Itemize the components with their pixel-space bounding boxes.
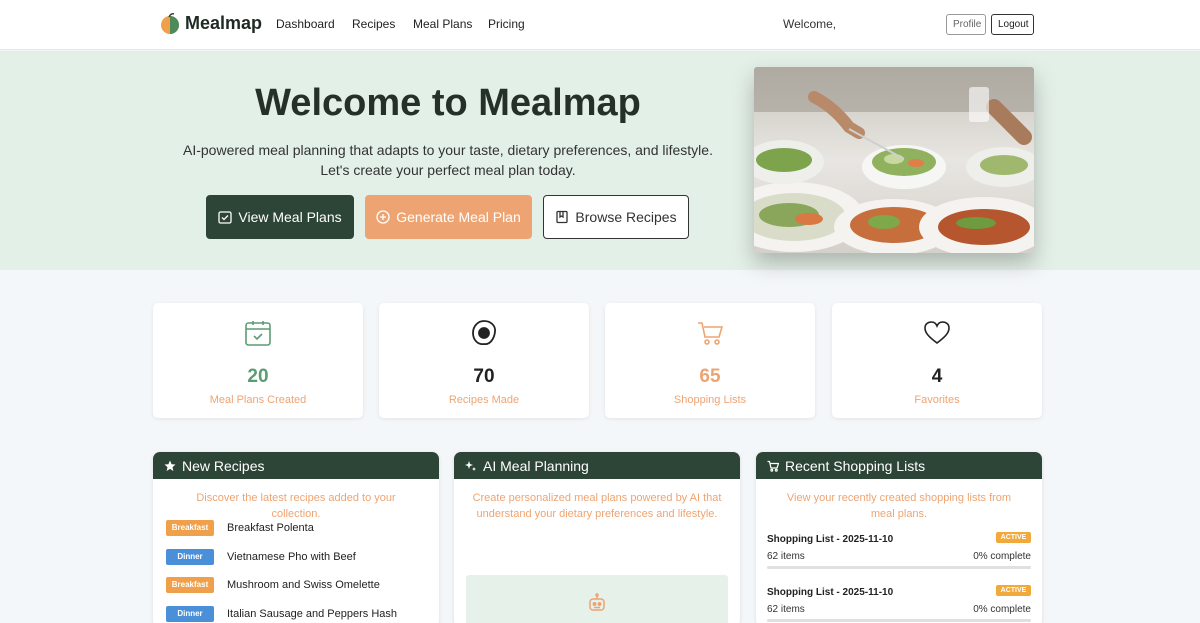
status-badge: ACTIVE — [996, 585, 1031, 596]
new-recipes-header: New Recipes — [153, 452, 439, 479]
recipe-name: Breakfast Polenta — [227, 521, 314, 534]
shopping-list-progress-text: 0% complete — [973, 604, 1031, 615]
stat-value: 70 — [473, 366, 495, 387]
browse-recipes-label: Browse Recipes — [575, 209, 677, 225]
welcome-text: Welcome, — [783, 17, 837, 31]
shopping-list-meta: 62 items 0% complete — [767, 551, 1031, 562]
view-meal-plans-label: View Meal Plans — [238, 209, 342, 225]
generate-meal-plan-label: Generate Meal Plan — [396, 209, 521, 225]
calendar-check-icon — [218, 211, 233, 224]
new-recipes-panel: New Recipes Discover the latest recipes … — [153, 452, 439, 623]
shopping-list-meta: 62 items 0% complete — [767, 604, 1031, 615]
heart-icon — [924, 321, 950, 345]
nav-recipes[interactable]: Recipes — [352, 17, 395, 31]
stat-card-shopping-lists: 65 Shopping Lists — [605, 303, 815, 418]
recipe-name: Vietnamese Pho with Beef — [227, 550, 356, 563]
stat-card-recipes: 70 Recipes Made — [379, 303, 589, 418]
stat-value: 65 — [699, 366, 721, 387]
progress-bar — [767, 566, 1031, 569]
browse-recipes-button[interactable]: Browse Recipes — [543, 195, 689, 239]
shopping-list-progress-text: 0% complete — [973, 551, 1031, 562]
robot-icon — [589, 593, 605, 611]
stat-label: Meal Plans Created — [209, 394, 307, 406]
ai-meal-planning-panel: AI Meal Planning Create personalized mea… — [454, 452, 740, 623]
hero-subtitle: AI-powered meal planning that adapts to … — [150, 140, 746, 180]
recipe-item[interactable]: Dinner Vietnamese Pho with Beef — [166, 548, 356, 565]
nav-pricing[interactable]: Pricing — [488, 17, 525, 31]
status-badge: ACTIVE — [996, 532, 1031, 543]
star-icon — [164, 460, 176, 471]
recipe-item[interactable]: Breakfast Breakfast Polenta — [166, 519, 314, 536]
recent-shopping-lists-panel: Recent Shopping Lists View your recently… — [756, 452, 1042, 623]
meal-type-badge: Breakfast — [166, 519, 214, 536]
ai-meal-planning-header: AI Meal Planning — [454, 452, 740, 479]
generate-meal-plan-button[interactable]: Generate Meal Plan — [365, 195, 532, 239]
new-recipes-description: Discover the latest recipes added to you… — [196, 492, 396, 520]
shopping-list-title[interactable]: Shopping List - 2025-11-10 — [767, 534, 893, 545]
stat-label: Favorites — [914, 394, 960, 406]
logout-button[interactable]: Logout — [991, 14, 1034, 35]
shopping-list-item-count: 62 items — [767, 551, 805, 562]
progress-bar — [767, 619, 1031, 622]
recipe-item[interactable]: Dinner Italian Sausage and Peppers Hash — [166, 605, 397, 622]
meal-type-badge: Dinner — [166, 548, 214, 565]
meal-type-badge: Breakfast — [166, 576, 214, 593]
cart-icon — [767, 460, 779, 472]
plus-circle-icon — [376, 210, 390, 224]
shopping-list-title[interactable]: Shopping List - 2025-11-10 — [767, 587, 893, 598]
stat-value: 4 — [931, 366, 943, 387]
recipe-item[interactable]: Breakfast Mushroom and Swiss Omelette — [166, 576, 380, 593]
recent-shopping-lists-header: Recent Shopping Lists — [756, 452, 1042, 479]
ai-generate-area[interactable] — [466, 575, 728, 623]
recipe-name: Italian Sausage and Peppers Hash — [227, 607, 398, 620]
profile-button[interactable]: Profile — [946, 14, 986, 35]
stat-card-meal-plans: 20 Meal Plans Created — [153, 303, 363, 418]
new-recipes-title: New Recipes — [182, 457, 265, 474]
recent-shopping-lists-description: View your recently created shopping list… — [786, 492, 1012, 520]
recent-shopping-lists-title: Recent Shopping Lists — [785, 457, 926, 474]
sparkle-icon — [465, 460, 476, 471]
calendar-check-icon — [245, 321, 271, 346]
nav-dashboard[interactable]: Dashboard — [276, 17, 335, 31]
logo-icon[interactable] — [160, 13, 180, 35]
recipe-name: Mushroom and Swiss Omelette — [227, 578, 380, 591]
egg-icon — [472, 320, 496, 346]
stat-card-favorites: 4 Favorites — [832, 303, 1042, 418]
stat-label: Recipes Made — [448, 394, 520, 406]
hero-subtitle-line2: Let's create your perfect meal plan toda… — [320, 162, 576, 178]
stat-label: Shopping Lists — [673, 394, 747, 406]
book-icon — [556, 210, 569, 224]
view-meal-plans-button[interactable]: View Meal Plans — [206, 195, 354, 239]
meal-type-badge: Dinner — [166, 605, 214, 622]
ai-meal-planning-description: Create personalized meal plans powered b… — [472, 492, 722, 520]
top-nav: Mealmap Dashboard Recipes Meal Plans Pri… — [0, 0, 1200, 50]
shopping-list-item-count: 62 items — [767, 604, 805, 615]
hero-subtitle-line1: AI-powered meal planning that adapts to … — [183, 142, 713, 158]
stat-value: 20 — [247, 366, 269, 387]
hero-food-image — [754, 67, 1034, 253]
brand-name[interactable]: Mealmap — [185, 13, 262, 34]
ai-meal-planning-title: AI Meal Planning — [483, 457, 589, 474]
nav-meal-plans[interactable]: Meal Plans — [413, 17, 472, 31]
cart-icon — [698, 322, 724, 345]
